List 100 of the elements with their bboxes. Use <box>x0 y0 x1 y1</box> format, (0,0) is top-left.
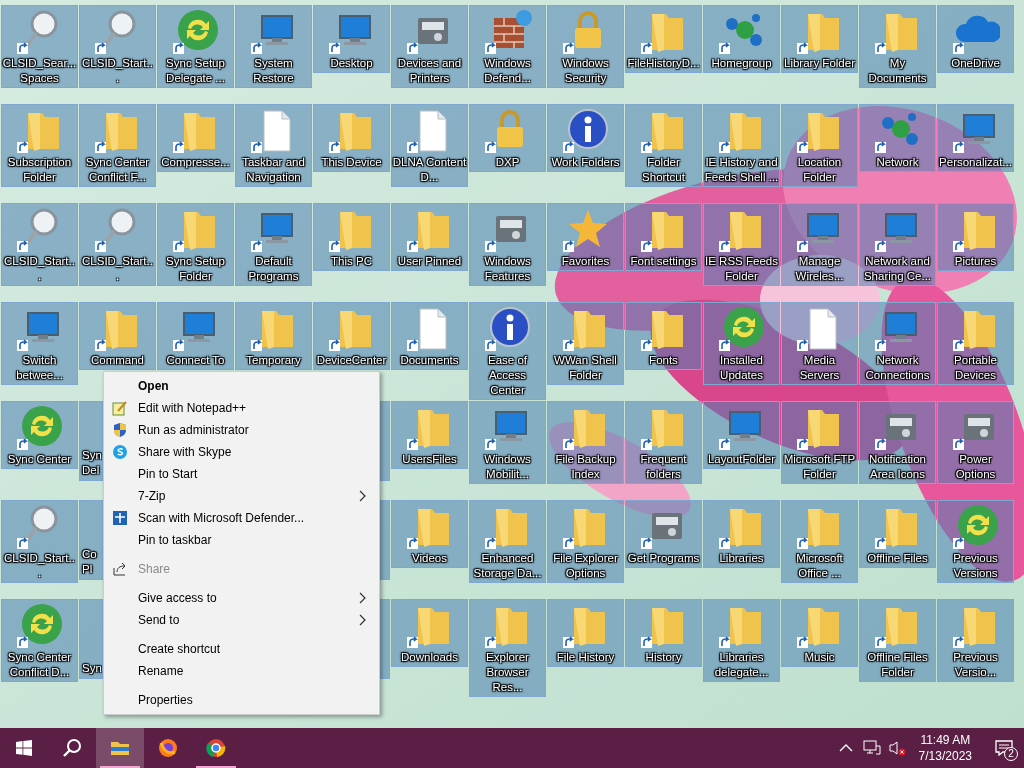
menu-item[interactable]: Properties <box>104 689 379 711</box>
speaker-muted-icon[interactable] <box>888 740 907 756</box>
desktop-shortcut[interactable]: Network and Sharing Ce... <box>859 203 936 286</box>
desktop-shortcut[interactable]: File Explorer Options <box>547 500 624 583</box>
desktop-shortcut[interactable]: Pictures <box>937 203 1014 271</box>
desktop-shortcut[interactable]: History <box>625 599 702 667</box>
desktop-shortcut[interactable]: Videos <box>391 500 468 568</box>
desktop-shortcut[interactable]: UsersFiles <box>391 401 468 469</box>
desktop-shortcut[interactable]: Sync Setup Folder <box>157 203 234 286</box>
desktop-shortcut[interactable]: FileHistoryD... <box>625 5 702 73</box>
desktop-shortcut[interactable]: Documents <box>391 302 468 370</box>
desktop-shortcut[interactable]: Connect To <box>157 302 234 370</box>
desktop-shortcut[interactable]: Sync Center Conflict F... <box>79 104 156 187</box>
desktop-shortcut[interactable]: Syn <box>79 599 103 679</box>
desktop-shortcut[interactable]: Libraries <box>703 500 780 568</box>
clock[interactable]: 11:49 AM 7/13/2023 <box>918 732 972 764</box>
desktop-shortcut[interactable]: Favorites <box>547 203 624 271</box>
desktop-shortcut[interactable]: Windows Features <box>469 203 546 286</box>
desktop-shortcut[interactable]: Offline Files <box>859 500 936 568</box>
desktop-shortcut[interactable]: Network <box>859 104 936 172</box>
desktop-shortcut[interactable]: Sync Setup Delegate ... <box>157 5 234 88</box>
menu-item[interactable]: Open <box>104 375 379 397</box>
desktop-shortcut[interactable]: Previous Versions <box>937 500 1014 583</box>
desktop-shortcut[interactable]: Ease of Access Center <box>469 302 546 400</box>
desktop-shortcut[interactable]: My Documents <box>859 5 936 88</box>
desktop-shortcut[interactable]: Power Options <box>937 401 1014 484</box>
desktop-shortcut[interactable]: OneDrive <box>937 5 1014 73</box>
desktop-shortcut[interactable]: This PC <box>313 203 390 271</box>
desktop-shortcut[interactable]: Installed Updates <box>703 302 780 385</box>
desktop-shortcut[interactable]: Downloads <box>391 599 468 667</box>
menu-item[interactable]: Run as administrator <box>104 419 379 441</box>
menu-item[interactable]: Share with Skype <box>104 441 379 463</box>
desktop-shortcut[interactable]: DeviceCenter <box>313 302 390 370</box>
desktop-shortcut[interactable]: This Device <box>313 104 390 172</box>
menu-item[interactable]: Scan with Microsoft Defender... <box>104 507 379 529</box>
menu-item[interactable]: Create shortcut <box>104 638 379 660</box>
menu-item[interactable]: Pin to taskbar <box>104 529 379 551</box>
taskbar-app-button[interactable] <box>96 728 144 768</box>
desktop-shortcut[interactable]: Command <box>79 302 156 370</box>
desktop-shortcut[interactable]: Personalizat... <box>937 104 1014 172</box>
desktop-shortcut[interactable]: Library Folder <box>781 5 858 73</box>
desktop-shortcut[interactable]: Syn Del <box>79 401 103 481</box>
menu-item[interactable]: Send to <box>104 609 379 631</box>
desktop-shortcut[interactable]: Compresse... <box>157 104 234 172</box>
desktop-shortcut[interactable]: Devices and Printers <box>391 5 468 88</box>
desktop-shortcut[interactable]: Frequent folders <box>625 401 702 484</box>
desktop-shortcut[interactable]: Libraries delegate... <box>703 599 780 682</box>
desktop-shortcut[interactable]: IE History and Feeds Shell ... <box>703 104 780 187</box>
desktop-shortcut[interactable]: CLSID_Start... <box>1 500 78 583</box>
desktop-shortcut[interactable]: CLSID_Start... <box>1 203 78 286</box>
desktop-shortcut[interactable]: Sync Center Conflict D... <box>1 599 78 682</box>
desktop-shortcut[interactable]: System Restore <box>235 5 312 88</box>
desktop-shortcut[interactable]: Subscription Folder <box>1 104 78 187</box>
network-icon[interactable] <box>862 740 881 756</box>
desktop-shortcut[interactable]: Windows Security <box>547 5 624 88</box>
desktop-shortcut[interactable]: Microsoft FTP Folder <box>781 401 858 484</box>
desktop-shortcut[interactable]: Notification Area Icons <box>859 401 936 484</box>
desktop-shortcut[interactable]: Windows Mobilit... <box>469 401 546 484</box>
desktop-shortcut[interactable]: Music <box>781 599 858 667</box>
desktop-shortcut[interactable]: LayoutFolder <box>703 401 780 469</box>
desktop-shortcut[interactable]: WWan Shell Folder <box>547 302 624 385</box>
menu-item[interactable]: 7-Zip <box>104 485 379 507</box>
desktop-shortcut[interactable]: Co Pl <box>79 500 103 580</box>
desktop-shortcut[interactable]: Homegroup <box>703 5 780 73</box>
menu-item[interactable]: Rename <box>104 660 379 682</box>
desktop-shortcut[interactable]: DLNA Content D... <box>391 104 468 187</box>
desktop-shortcut[interactable]: Font settings <box>625 203 702 271</box>
menu-item[interactable]: Pin to Start <box>104 463 379 485</box>
desktop-shortcut[interactable]: Taskbar and Navigation <box>235 104 312 187</box>
desktop-shortcut[interactable]: CLSID_Start... <box>79 203 156 286</box>
desktop-shortcut[interactable]: Get Programs <box>625 500 702 568</box>
desktop-shortcut[interactable]: File Backup Index <box>547 401 624 484</box>
notification-button[interactable]: 2 <box>984 728 1024 768</box>
desktop-shortcut[interactable]: Desktop <box>313 5 390 73</box>
desktop-shortcut[interactable]: User Pinned <box>391 203 468 271</box>
desktop-shortcut[interactable]: Switch betwee... <box>1 302 78 385</box>
desktop-shortcut[interactable]: Temporary <box>235 302 312 370</box>
desktop-shortcut[interactable]: Default Programs <box>235 203 312 286</box>
chevron-up-icon[interactable] <box>838 743 853 753</box>
desktop-shortcut[interactable]: Sync Center <box>1 401 78 469</box>
desktop-shortcut[interactable]: Location Folder <box>781 104 858 187</box>
desktop-shortcut[interactable]: Windows Defend... <box>469 5 546 88</box>
desktop-shortcut[interactable]: Microsoft Office ... <box>781 500 858 583</box>
desktop-shortcut[interactable]: Enhanced Storage Da... <box>469 500 546 583</box>
desktop-shortcut[interactable]: CLSID_Sear... Spaces <box>1 5 78 88</box>
desktop-shortcut[interactable]: Fonts <box>625 302 702 370</box>
desktop-shortcut[interactable]: Media Servers <box>781 302 858 385</box>
desktop-shortcut[interactable]: Portable Devices <box>937 302 1014 385</box>
desktop-shortcut[interactable]: CLSID_Start... <box>79 5 156 88</box>
desktop-shortcut[interactable]: DXP <box>469 104 546 172</box>
desktop-shortcut[interactable]: Folder Shortcut <box>625 104 702 187</box>
desktop-shortcut[interactable]: Previous Versio... <box>937 599 1014 682</box>
desktop-shortcut[interactable]: Explorer Browser Res... <box>469 599 546 697</box>
desktop-shortcut[interactable]: File History <box>547 599 624 667</box>
desktop-shortcut[interactable]: Network Connections <box>859 302 936 385</box>
desktop-shortcut[interactable]: IE RSS Feeds Folder <box>703 203 780 286</box>
menu-item[interactable]: Give access to <box>104 587 379 609</box>
menu-item[interactable]: Edit with Notepad++ <box>104 397 379 419</box>
desktop-shortcut[interactable]: Offline Files Folder <box>859 599 936 682</box>
desktop-shortcut[interactable]: Manage Wireles... <box>781 203 858 286</box>
